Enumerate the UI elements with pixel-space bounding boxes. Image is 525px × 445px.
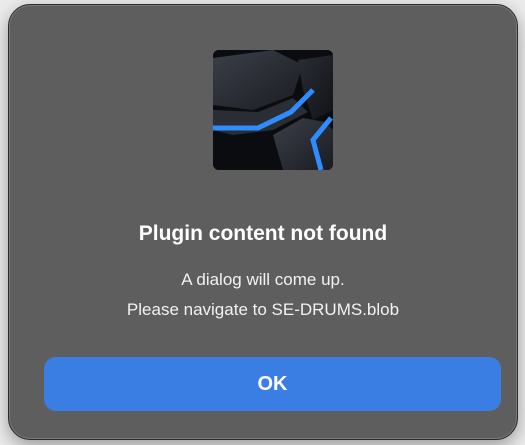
app-logo-icon — [213, 50, 333, 170]
ok-button[interactable]: OK — [44, 357, 501, 411]
dialog-message-line-1: A dialog will come up. — [181, 270, 345, 289]
dialog-title: Plugin content not found — [138, 222, 388, 245]
plugin-content-not-found-dialog: Plugin content not found A dialog will c… — [8, 4, 518, 440]
dialog-message-line-2: Please navigate to SE-DRUMS.blob — [126, 300, 400, 319]
